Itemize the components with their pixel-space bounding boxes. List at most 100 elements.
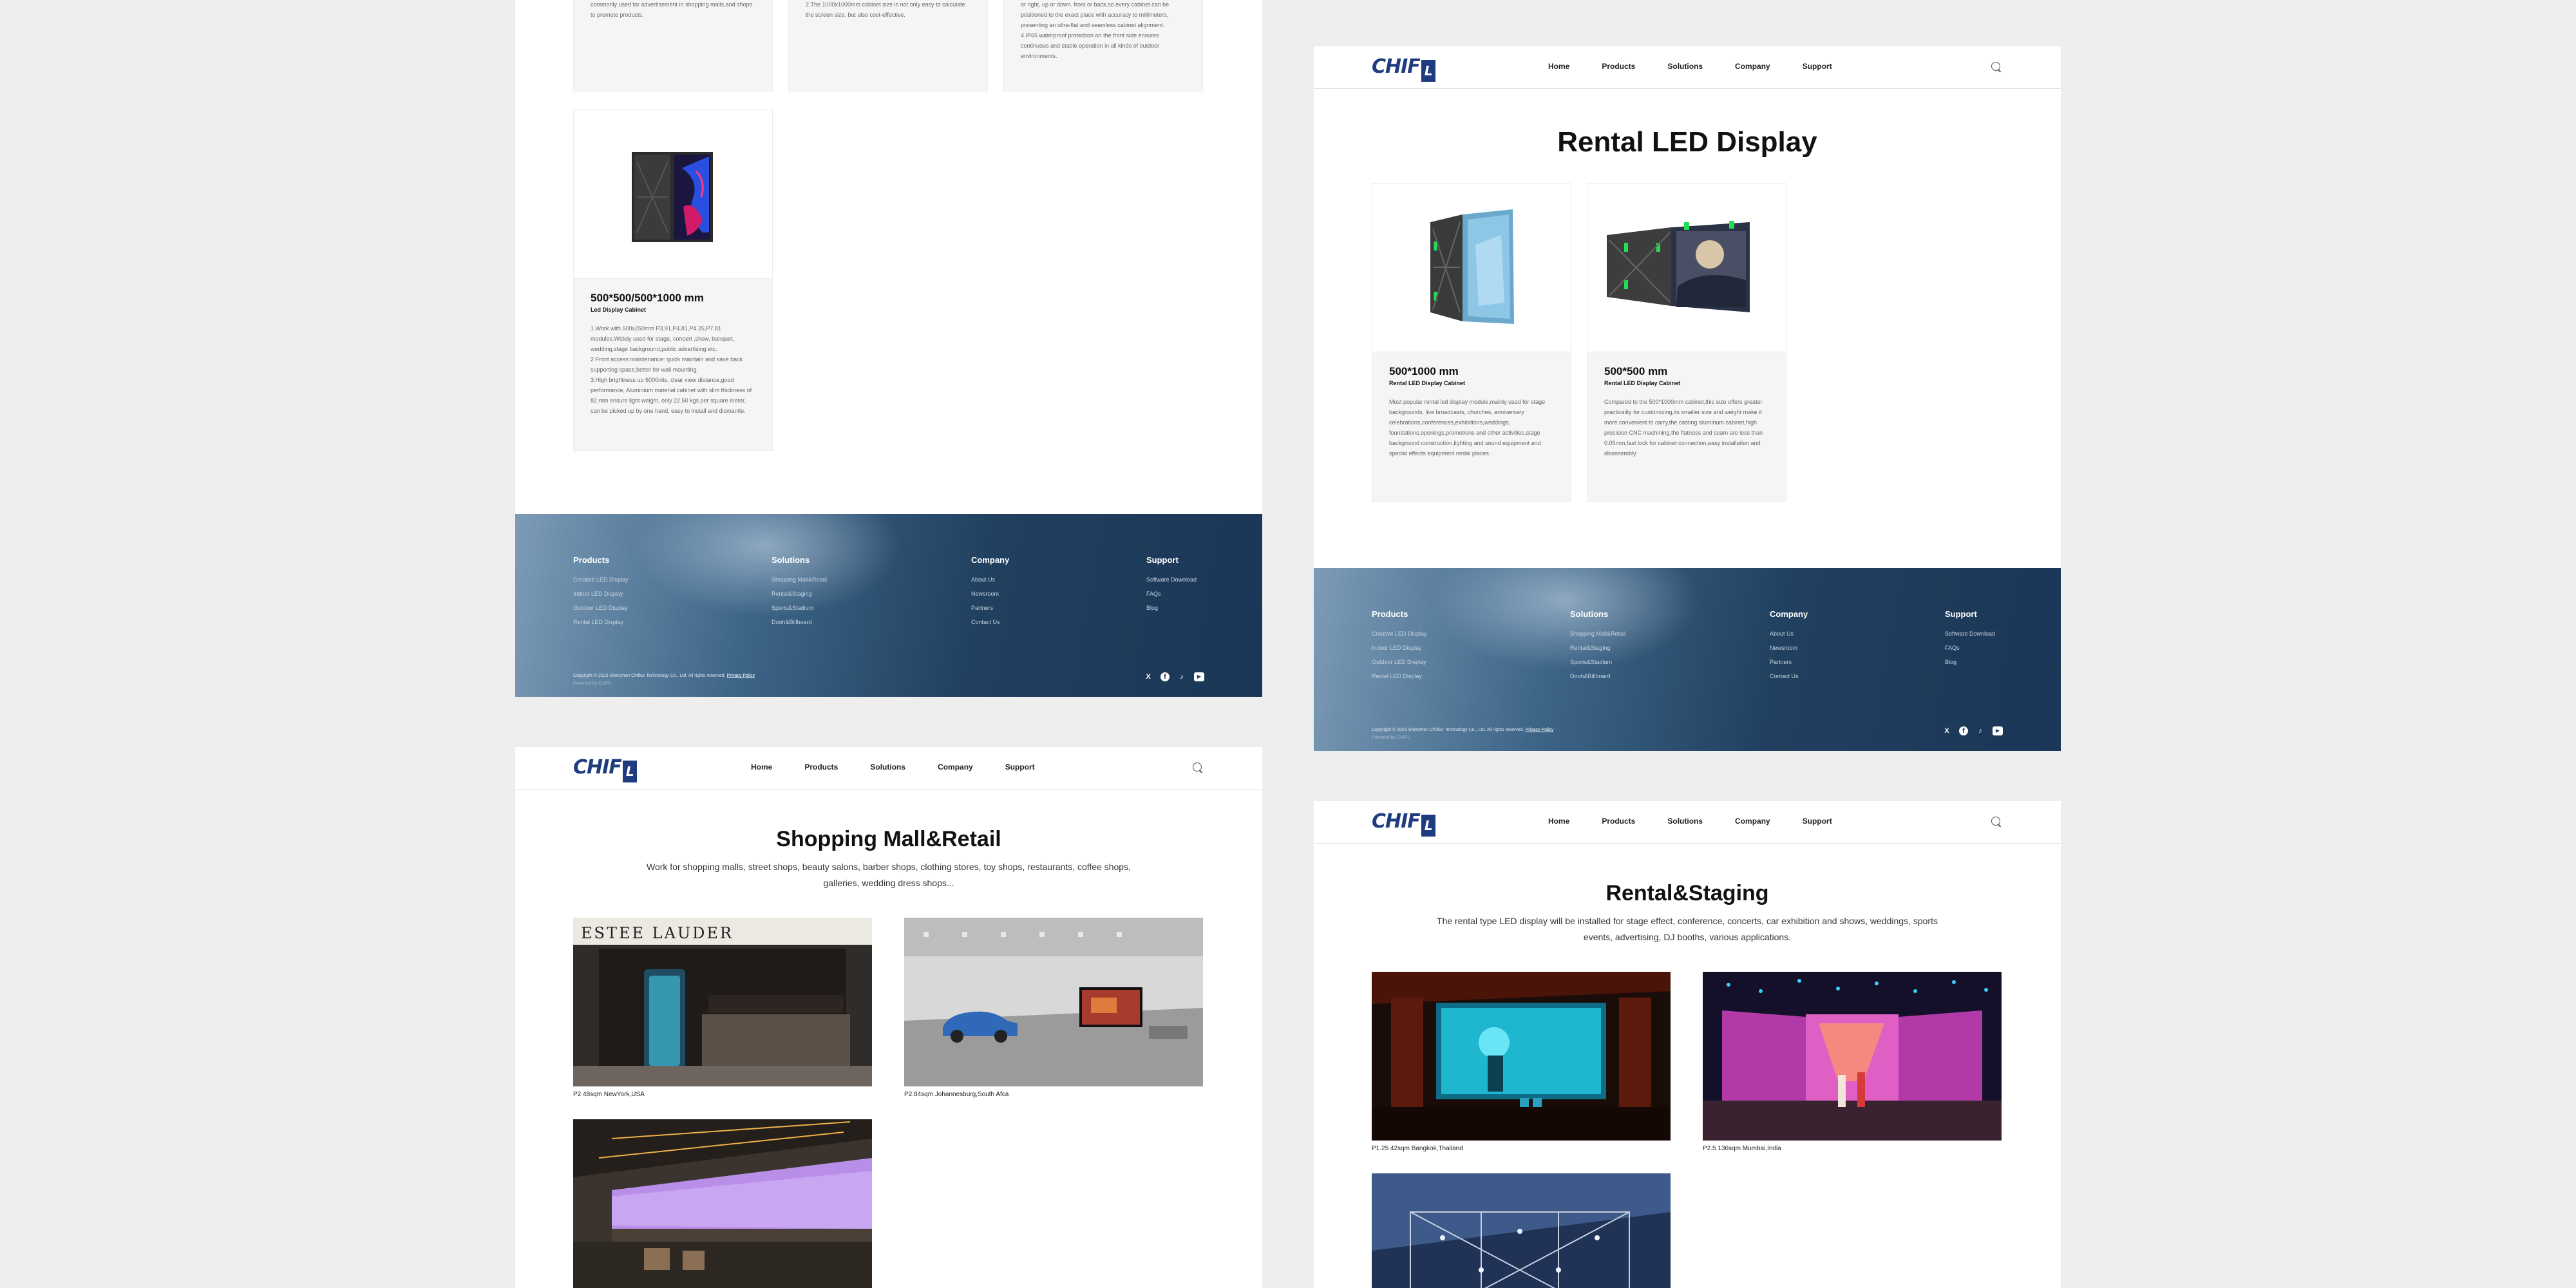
footer-link[interactable]: Software Download xyxy=(1146,573,1197,587)
footer-link[interactable]: Partners xyxy=(971,601,1009,615)
footer: Products Creative LED Display Indoor LED… xyxy=(515,514,1262,697)
nav-support[interactable]: Support xyxy=(1803,62,1832,71)
footer-col-title: Company xyxy=(1770,609,1808,619)
footer-link[interactable]: Creative LED Display xyxy=(1372,627,1427,641)
nav-products[interactable]: Products xyxy=(804,762,838,772)
nav-solutions[interactable]: Solutions xyxy=(1667,817,1703,826)
panel-top-right: CHIF L Home Products Solutions Company Su… xyxy=(1314,46,2061,751)
footer-col-company: Company About Us Newsroom Partners Conta… xyxy=(971,555,1009,629)
footer-link[interactable]: Contact Us xyxy=(1770,669,1808,683)
youtube-icon[interactable]: ▶ xyxy=(1993,726,2003,735)
footer-link[interactable]: About Us xyxy=(1770,627,1808,641)
case-image-johannesburg[interactable] xyxy=(904,918,1203,1086)
tiktok-icon[interactable]: ♪ xyxy=(1177,672,1186,681)
youtube-icon[interactable]: ▶ xyxy=(1194,672,1204,681)
product-card[interactable]: 500*500/500*1000 mm Led Display Cabinet … xyxy=(573,109,773,451)
footer-link[interactable]: Contact Us xyxy=(971,615,1009,629)
nav-home[interactable]: Home xyxy=(1548,817,1569,826)
main-nav: Home Products Solutions Company Support xyxy=(751,762,1067,772)
footer-link[interactable]: Newsroom xyxy=(1770,641,1808,655)
footer-col-title: Solutions xyxy=(772,555,810,565)
footer-link[interactable]: Sports&Stadium xyxy=(772,601,827,615)
nav-support[interactable]: Support xyxy=(1005,762,1035,772)
logo[interactable]: CHIF L xyxy=(1372,55,1435,82)
footer-col-solutions: Solutions Shopping Mall&Retail Rental&St… xyxy=(1570,609,1625,683)
nav-support[interactable]: Support xyxy=(1803,817,1832,826)
footer-link[interactable]: Software Download xyxy=(1945,627,1995,641)
footer-link[interactable]: Blog xyxy=(1945,655,1995,669)
nav-company[interactable]: Company xyxy=(1735,62,1770,71)
footer-col-title: Products xyxy=(1372,609,1408,619)
led-cabinet-image xyxy=(632,152,713,242)
footer-link[interactable]: Sports&Stadium xyxy=(1570,655,1625,669)
footer-col-solutions: Solutions Shopping Mall&Retail Rental&St… xyxy=(772,555,827,629)
nav-home[interactable]: Home xyxy=(1548,62,1569,71)
social-links: X f ♪ ▶ xyxy=(1942,726,2003,735)
case-image-estee-lauder[interactable]: ESTEE LAUDER xyxy=(573,918,872,1086)
card-text: commonly used for advertisement in shopp… xyxy=(591,1,753,18)
partial-card-1: commonly used for advertisement in shopp… xyxy=(573,0,773,91)
case-image-mumbai[interactable] xyxy=(1703,972,2002,1141)
footer-link[interactable]: Outdoor LED Display xyxy=(573,601,629,615)
footer-link[interactable]: Indoor LED Display xyxy=(573,587,629,601)
footer-link[interactable]: Outdoor LED Display xyxy=(1372,655,1427,669)
case-image-bangkok[interactable] xyxy=(1372,972,1671,1141)
footer-link[interactable]: Rental LED Display xyxy=(1372,669,1427,683)
logo[interactable]: CHIF L xyxy=(573,756,637,782)
site-header: CHIF L Home Products Solutions Company Su… xyxy=(1314,46,2061,89)
nav-company[interactable]: Company xyxy=(938,762,973,772)
footer-link[interactable]: FAQs xyxy=(1945,641,1995,655)
powered-by: Powered by CHIFL xyxy=(573,681,612,686)
footer-col-support: Support Software Download FAQs Blog xyxy=(1146,555,1197,615)
footer-link[interactable]: Dooh&Billboard xyxy=(772,615,827,629)
page-description: Work for shopping malls, street shops, b… xyxy=(647,862,1131,888)
facebook-icon[interactable]: f xyxy=(1160,672,1170,681)
product-card[interactable]: 500*500 mm Rental LED Display Cabinet Co… xyxy=(1587,183,1786,502)
x-icon[interactable]: X xyxy=(1942,726,1951,735)
tiktok-icon[interactable]: ♪ xyxy=(1976,726,1985,735)
powered-by: Powered by CHIFL xyxy=(1372,735,1410,740)
logo[interactable]: CHIF L xyxy=(1372,810,1435,837)
footer-col-title: Solutions xyxy=(1570,609,1609,619)
footer-link[interactable]: Creative LED Display xyxy=(573,573,629,587)
nav-solutions[interactable]: Solutions xyxy=(1667,62,1703,71)
nav-products[interactable]: Products xyxy=(1602,62,1635,71)
search-icon[interactable] xyxy=(1991,817,2000,826)
footer-link[interactable]: About Us xyxy=(971,573,1009,587)
nav-products[interactable]: Products xyxy=(1602,817,1635,826)
footer-link[interactable]: Newsroom xyxy=(971,587,1009,601)
footer-link[interactable]: Rental&Staging xyxy=(1570,641,1625,655)
footer-col-products: Products Creative LED Display Indoor LED… xyxy=(573,555,629,629)
footer-link[interactable]: Indoor LED Display xyxy=(1372,641,1427,655)
page-title: Rental&Staging xyxy=(1605,881,1769,905)
footer-col-products: Products Creative LED Display Indoor LED… xyxy=(1372,609,1427,683)
search-icon[interactable] xyxy=(1193,762,1202,772)
card-text: 1.Work with 500x250mm P3.91,P4.81,P4.25,… xyxy=(591,325,752,414)
footer-link[interactable]: Blog xyxy=(1146,601,1197,615)
footer-link[interactable]: Dooh&Billboard xyxy=(1570,669,1625,683)
case-image-lounge[interactable] xyxy=(573,1119,872,1288)
nav-company[interactable]: Company xyxy=(1735,817,1770,826)
search-icon[interactable] xyxy=(1991,62,2000,71)
footer-link[interactable]: Rental LED Display xyxy=(573,615,629,629)
product-card[interactable]: 500*1000 mm Rental LED Display Cabinet M… xyxy=(1372,183,1571,502)
product-image xyxy=(1587,184,1786,352)
case-image-stage-truss[interactable] xyxy=(1372,1173,1671,1288)
privacy-link[interactable]: Privacy Policy xyxy=(727,674,755,678)
facebook-icon[interactable]: f xyxy=(1959,726,1968,735)
footer-col-company: Company About Us Newsroom Partners Conta… xyxy=(1770,609,1808,683)
card-subtitle: Rental LED Display Cabinet xyxy=(1604,380,1681,386)
footer-link[interactable]: Shopping Mall&Retail xyxy=(772,573,827,587)
privacy-link[interactable]: Privacy Policy xyxy=(1526,728,1554,732)
partial-card-2: 2.The 1000x1000mm cabinet size is not on… xyxy=(788,0,988,91)
footer-link[interactable]: Rental&Staging xyxy=(772,587,827,601)
footer-link[interactable]: FAQs xyxy=(1146,587,1197,601)
page-title: Rental LED Display xyxy=(1557,126,1817,158)
nav-solutions[interactable]: Solutions xyxy=(870,762,905,772)
footer-link[interactable]: Partners xyxy=(1770,655,1808,669)
page-title: Shopping Mall&Retail xyxy=(776,827,1001,851)
x-icon[interactable]: X xyxy=(1144,672,1153,681)
footer-link[interactable]: Shopping Mall&Retail xyxy=(1570,627,1625,641)
nav-home[interactable]: Home xyxy=(751,762,772,772)
main-nav: Home Products Solutions Company Support xyxy=(1548,62,1864,71)
